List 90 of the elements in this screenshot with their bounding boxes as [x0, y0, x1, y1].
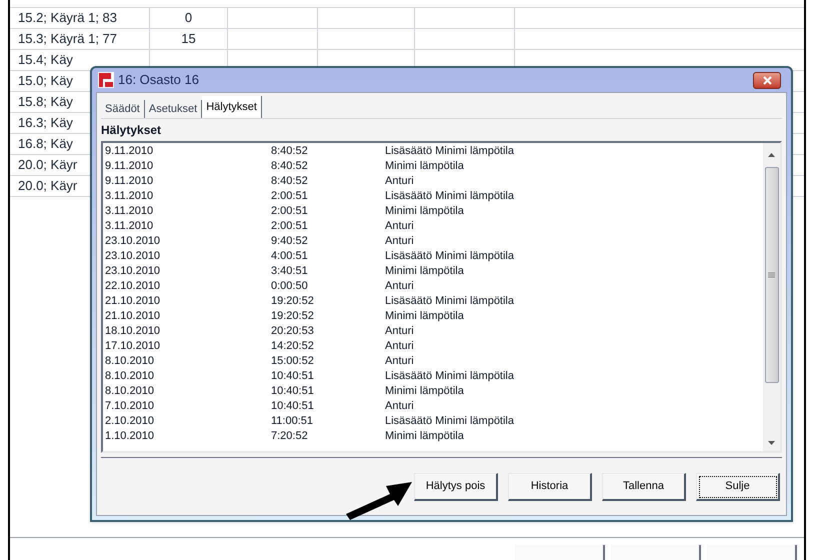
grip-icon	[768, 272, 775, 278]
alarm-message: Lisäsäätö Minimi lämpötila	[385, 144, 514, 159]
table-cell-text: 20.0; Käyr	[18, 156, 78, 174]
alarm-time: 8:40:52	[271, 174, 309, 189]
alarm-time: 8:40:52	[271, 159, 309, 174]
table-cell-text: 15.4; Käy	[18, 51, 73, 70]
table-cell-text: 15.8; Käy	[18, 93, 73, 112]
table-cell-text: 16.8; Käy	[18, 135, 73, 154]
alarm-time: 3:40:51	[271, 264, 309, 279]
alarm-date: 1.10.2010	[104, 429, 155, 444]
close-icon	[762, 76, 772, 84]
alarm-date: 9.11.2010	[104, 174, 154, 189]
bottom-button[interactable]	[707, 545, 797, 560]
alarm-date: 7.10.2010	[104, 399, 155, 414]
alarm-date: 23.10.2010	[104, 234, 162, 249]
alarm-date: 8.10.2010	[104, 384, 155, 399]
table-cell-text: 15.0; Käy	[18, 72, 73, 90]
alarm-message: Lisäsäätö Minimi lämpötila	[385, 294, 514, 309]
alarm-time: 7:20:52	[271, 429, 309, 444]
bottom-button[interactable]	[515, 545, 605, 560]
scrollbar[interactable]	[763, 143, 780, 451]
alarm-date: 18.10.2010	[104, 324, 162, 339]
alarm-time: 19:20:52	[271, 309, 315, 324]
alarm-message: Minimi lämpötila	[385, 384, 464, 399]
table-cell-text: 15	[181, 30, 196, 48]
alarm-time: 19:20:52	[271, 294, 315, 309]
tab[interactable]: Hälytykset	[202, 96, 262, 118]
alarm-time: 10:40:51	[271, 369, 315, 384]
alarm-message: Minimi lämpötila	[385, 204, 464, 219]
scroll-down-icon	[768, 441, 775, 445]
alarm-time: 4:00:51	[271, 249, 309, 264]
alarm-time: 0:00:50	[271, 279, 309, 294]
table-cell-text: 20.0; Käyr	[18, 177, 78, 196]
alarm-message: Minimi lämpötila	[385, 429, 464, 444]
alarm-message: Anturi	[385, 399, 414, 414]
alarm-date: 3.11.2010	[104, 204, 154, 219]
alarm-date: 23.10.2010	[104, 249, 162, 264]
alarm-time: 10:40:51	[271, 384, 315, 399]
alarm-time: 2:00:51	[271, 219, 309, 234]
alarm-message: Anturi	[385, 219, 414, 234]
window-title: 16: Osasto 16	[118, 71, 199, 90]
alarm-time: 2:00:51	[271, 189, 309, 204]
alarm-date: 8.10.2010	[104, 354, 155, 369]
alarm-date: 17.10.2010	[104, 339, 162, 354]
alarm-message: Anturi	[385, 339, 414, 354]
section-title: Hälytykset	[101, 122, 162, 139]
dialog-button[interactable]: Tallenna	[602, 472, 686, 500]
alarm-message: Minimi lämpötila	[385, 159, 464, 174]
alarm-date: 3.11.2010	[104, 219, 154, 234]
alarm-message: Lisäsäätö Minimi lämpötila	[385, 249, 514, 264]
alarm-message: Anturi	[385, 354, 414, 369]
scroll-thumb[interactable]	[764, 167, 778, 383]
alarm-time: 11:00:51	[271, 414, 314, 429]
close-button[interactable]	[753, 72, 781, 88]
alarm-message: Minimi lämpötila	[385, 309, 464, 324]
alarm-time: 20:20:53	[271, 324, 315, 339]
alarm-time: 10:40:51	[271, 399, 315, 414]
alarm-date: 21.10.2010	[104, 294, 162, 309]
alarm-date: 8.10.2010	[104, 369, 155, 384]
dialog-button[interactable]: Historia	[508, 472, 592, 500]
table-cell-text: 15.3; Käyrä 1; 77	[18, 30, 118, 48]
alarm-date: 9.11.2010	[104, 159, 154, 174]
alarm-message: Anturi	[385, 279, 414, 294]
alarm-message: Anturi	[385, 234, 414, 249]
dialog-button[interactable]: Hälytys pois	[414, 472, 498, 500]
dialog-button[interactable]: Sulje	[696, 472, 780, 500]
alarm-date: 21.10.2010	[104, 309, 162, 324]
app-logo-icon	[98, 72, 114, 88]
alarm-time: 15:00:52	[271, 354, 315, 369]
alarm-time: 9:40:52	[271, 234, 309, 249]
alarm-message: Anturi	[385, 324, 414, 339]
alarm-message: Lisäsäätö Minimi lämpötila	[385, 414, 514, 429]
alarm-time: 8:40:52	[271, 144, 309, 159]
alarm-time: 2:00:51	[271, 204, 309, 219]
alarm-time: 14:20:52	[271, 339, 315, 354]
alarm-message: Anturi	[385, 174, 414, 189]
alarm-message: Lisäsäätö Minimi lämpötila	[385, 189, 514, 204]
table-cell-text: 0	[184, 9, 192, 28]
alarm-date: 2.10.2010	[104, 414, 155, 429]
table-cell-text: 16.3; Käy	[18, 114, 73, 132]
alarm-date: 3.11.2010	[104, 189, 154, 204]
table-cell-text: 15.2; Käyrä 1; 83	[18, 9, 118, 28]
alarm-date: 22.10.2010	[104, 279, 162, 294]
alarm-message: Minimi lämpötila	[385, 264, 464, 279]
alarm-date: 9.11.2010	[104, 144, 154, 159]
alarm-message: Lisäsäätö Minimi lämpötila	[385, 369, 514, 384]
bottom-button[interactable]	[611, 545, 701, 560]
tab[interactable]: Säädöt	[101, 100, 145, 118]
alarm-date: 23.10.2010	[104, 264, 162, 279]
scroll-up-icon	[768, 153, 775, 157]
